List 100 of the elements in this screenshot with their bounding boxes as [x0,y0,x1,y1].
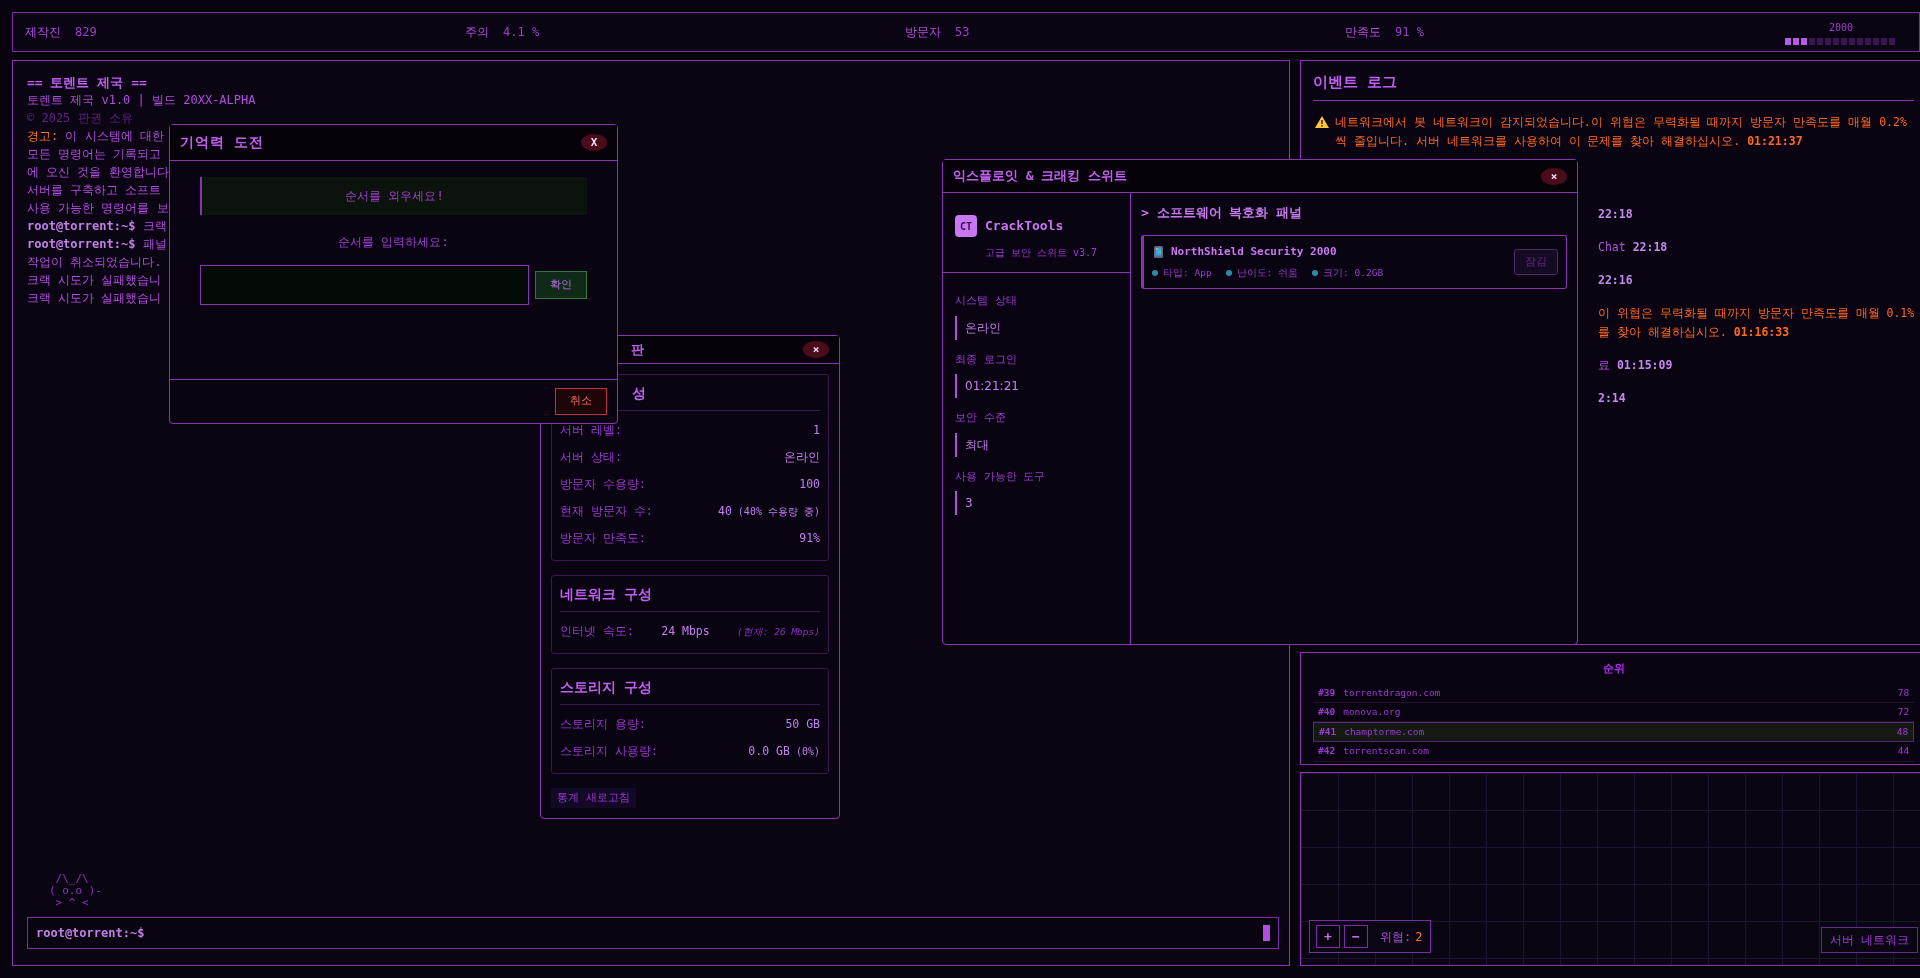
ranking-row[interactable]: #41 champtorme.com 48 [1313,722,1915,743]
stat-value: 최대 [955,432,1118,457]
sequence-input-field[interactable] [200,265,529,305]
stat-label: 최종 로그인 [955,351,1018,368]
bullet-icon [1152,270,1158,277]
bullet-icon [1312,270,1319,277]
stat-value: 53 [955,24,970,41]
stat-value: 829 [75,24,97,41]
close-button[interactable]: × [1541,167,1567,185]
stat-label: 주의 [465,24,489,41]
event-message: Chat [1598,239,1626,254]
terminal-prompt: root@torrent:~$ [27,237,136,251]
event-time: 2:14 [1598,390,1626,405]
terminal-line: 토렌트 제국 v1.0 | 빌드 20XX-ALPHA [27,93,256,108]
terminal-line: 사용 가능한 명령어를 보 [27,201,169,216]
field-value: 1 [813,421,820,439]
zoom-in-button[interactable]: + [1316,925,1340,948]
terminal-command: 패널 [143,237,168,251]
stat-label: 시스템 상태 [955,293,1018,309]
field-label: 방문자 수용량: [560,475,646,493]
terminal-line: 이 시스템에 대한 [65,129,164,143]
terminal-line: 에 오신 것을 환영합니다 [27,165,169,180]
panel-title: 이벤트 로그 [1313,71,1915,101]
warning-label: 경고: [27,129,59,143]
stat-label: 보안 수준 [955,410,1007,426]
rank-number: #42 [1318,744,1336,759]
software-name: NorthShield Security 2000 [1171,243,1337,260]
site-score: 78 [1897,685,1910,700]
field-label: 스토리지 용량: [560,715,646,733]
event-time: 22:16 [1598,272,1633,287]
cancel-button[interactable]: 취소 [555,388,607,415]
field-note: (0%) [795,745,820,757]
field-note: (현재: 26 Mbps) [737,624,820,639]
field-note: (40% 수용량 중) [737,505,820,517]
software-attribute: 크기: 0.2GB [1323,266,1384,280]
ascii-cat-art: /\_/\ ( o.o )- > ^ < [49,873,103,909]
stat-label: 제작진 [25,24,61,41]
confirm-button[interactable]: 확인 [535,270,587,300]
field-label: 인터넷 속도: [560,622,634,640]
software-attribute: 난이도: 쉬움 [1236,266,1299,280]
instruction-banner: 순서를 외우세요! [200,177,587,215]
site-name: torrentscan.com [1343,744,1429,759]
event-message: 료 [1598,357,1610,372]
stat-label: 사용 가능한 도구 [955,468,1047,485]
ranking-row[interactable]: #42 torrentscan.com 44 [1313,742,1915,762]
event-time: 01:16:33 [1733,324,1790,339]
event-time: 22:18 [1632,239,1668,254]
event-message: 를 찾아 해결하십시오. [1598,324,1727,339]
app-logo: CT [955,215,977,237]
field-value: 0.0 GB [748,743,790,758]
server-network-button[interactable]: 서버 네트워크 [1820,927,1919,953]
terminal-line: 작업이 취소되었습니다. [27,255,162,270]
site-score: 72 [1897,704,1910,719]
close-button[interactable]: X [581,134,607,151]
terminal-prompt: root@torrent:~$ [27,219,136,233]
section-title: 스토리지 구성 [560,676,820,705]
field-label: 현재 방문자 수: [560,502,653,520]
zoom-out-button[interactable]: − [1344,925,1368,948]
panel-title: > 소프트웨어 복호화 패널 [1141,204,1304,222]
stat-value: 3 [955,491,1118,515]
site-name: champtorme.com [1344,725,1425,739]
refresh-stats-button[interactable]: 통계 새로고침 [551,787,636,808]
stat-value: 01:21:21 [955,374,1118,398]
stat-value: 온라인 [955,315,1118,340]
rank-number: #39 [1318,685,1336,700]
site-score: 48 [1896,725,1909,739]
panel-title: 순위 [1601,661,1626,677]
rank-number: #41 [1319,725,1337,739]
close-button[interactable]: × [803,340,829,358]
field-label: 서버 상태: [560,448,622,466]
terminal-heading: == 토렌트 제국 == [27,75,147,90]
stat-value: 91 % [1395,24,1424,41]
terminal-line: 크랙 시도가 실패했습니 [27,291,162,306]
threat-count: 2 [1415,928,1423,946]
terminal-prompt: root@torrent:~$ [36,925,145,942]
terminal-line: © 2025 판권 소유 [27,111,133,126]
terminal-line: 모든 명령어는 기록되고 [27,147,162,162]
dialog-title: 기억력 도전 [180,133,265,152]
site-name: torrentdragon.com [1343,685,1441,700]
text-cursor [1263,925,1270,941]
field-value: 100 [799,475,820,493]
stat-label: 방문자 [905,24,941,41]
terminal-line: 서버를 구축하고 소프트 [27,183,162,198]
input-prompt: 순서를 입력하세요: [338,234,449,251]
command-input[interactable]: root@torrent:~$ [27,917,1279,949]
event-message: 이 위협은 무력화될 때까지 방문자 만족도를 매월 0.1% [1598,305,1915,320]
site-score: 44 [1897,744,1910,759]
phone-icon [1154,245,1163,258]
app-subtitle: 고급 보안 스위트 v3.7 [985,246,1099,260]
event-message: 네트워크에서 봇 네트워크이 감지되었습니다.이 위협은 무력화될 때까지 방문자 만족도를 매월 0.2% 씩 줄입니다. 서버 네트워크를 사용하여 이 문제를 찾아 해결하십시오. 01:21:37 [1335,113,1908,150]
terminal-line: 크랙 시도가 실패했습니 [27,273,162,288]
field-label: 서버 레벨: [560,421,622,439]
site-name: monova.org [1343,704,1401,719]
field-value: 50 GB [785,715,820,733]
app-name: CrackTools [985,217,1064,236]
ranking-row[interactable]: #39 torrentdragon.com 78 [1313,683,1915,703]
field-value: 91% [799,529,820,547]
field-label: 스토리지 사용량: [560,742,658,760]
bullet-icon [1225,270,1232,277]
field-value: 24 Mbps [661,622,710,640]
